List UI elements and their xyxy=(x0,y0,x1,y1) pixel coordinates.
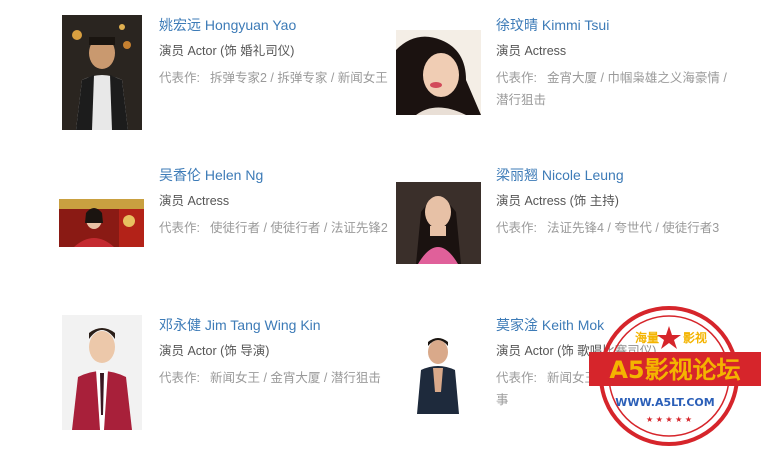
cast-name-link[interactable]: 莫家淦 Keith Mok xyxy=(496,315,736,335)
cast-photo[interactable] xyxy=(62,315,142,430)
work-link[interactable]: 金宵大厦 xyxy=(270,371,320,385)
works-label: 代表作: xyxy=(159,221,200,235)
cast-works: 代表作: 新闻女王 / 金宵大厦 / 潜行狙击 xyxy=(159,367,399,389)
cast-role: 演员 Actress (饰 主持) xyxy=(496,194,619,208)
works-separator: / xyxy=(266,71,278,85)
cast-works: 代表作: 法证先锋4 / 夸世代 / 使徒行者3 xyxy=(496,217,736,239)
works-label: 代表作: xyxy=(496,221,537,235)
works-separator: / xyxy=(320,221,331,235)
cast-role: 演员 Actor (饰 婚礼司仪) xyxy=(159,44,295,58)
cast-name-link[interactable]: 徐玟晴 Kimmi Tsui xyxy=(496,15,736,35)
cast-role: 演员 Actor (饰 歌唱比赛司仪) xyxy=(496,344,657,358)
work-link[interactable]: 法证先锋4 xyxy=(547,221,604,235)
cast-card: 徐玟晴 Kimmi Tsui 演员 Actress 代表作: 金宵大厦 / 巾帼枭… xyxy=(396,15,736,145)
works-separator: / xyxy=(260,221,271,235)
cast-role: 演员 Actress xyxy=(159,194,230,208)
cast-name-link[interactable]: 梁丽翘 Nicole Leung xyxy=(496,165,736,185)
works-separator: / xyxy=(597,71,608,85)
cast-photo[interactable] xyxy=(59,199,144,247)
cast-role: 演员 Actress xyxy=(496,44,567,58)
cast-card: 邓永健 Jim Tang Wing Kin 演员 Actor (饰 导演) 代表… xyxy=(62,315,402,445)
work-link[interactable]: 巾帼枭雄之义海豪情 xyxy=(607,71,720,85)
cast-card: 莫家淦 Keith Mok 演员 Actor (饰 歌唱比赛司仪) 代表作: 新闻… xyxy=(396,315,736,445)
works-separator: / xyxy=(327,71,338,85)
works-separator: / xyxy=(651,221,663,235)
work-link[interactable]: 新闻女王 xyxy=(547,371,597,385)
works-separator: / xyxy=(603,221,615,235)
cast-role: 演员 Actor (饰 导演) xyxy=(159,344,270,358)
cast-card: 梁丽翘 Nicole Leung 演员 Actress (饰 主持) 代表作: 法… xyxy=(396,165,736,295)
cast-photo[interactable] xyxy=(62,15,142,130)
works-separator: / xyxy=(597,371,608,385)
cast-name-link[interactable]: 邓永健 Jim Tang Wing Kin xyxy=(159,315,399,335)
works-label: 代表作: xyxy=(159,71,200,85)
cast-works: 代表作: 新闻女王 / 金宵大厦 / 香港爱情故事 xyxy=(496,367,736,411)
cast-works: 代表作: 金宵大厦 / 巾帼枭雄之义海豪情 / 潜行狙击 xyxy=(496,67,736,111)
cast-name-link[interactable]: 姚宏远 Hongyuan Yao xyxy=(159,15,399,35)
work-link[interactable]: 新闻女王 xyxy=(210,371,260,385)
work-link[interactable]: 潜行狙击 xyxy=(496,93,546,107)
cast-card: 吴香伦 Helen Ng 演员 Actress 代表作: 使徒行者 / 使徒行者 … xyxy=(59,165,402,295)
work-link[interactable]: 使徒行者 xyxy=(270,221,320,235)
works-separator: / xyxy=(320,371,331,385)
work-link[interactable]: 拆弹专家 xyxy=(277,71,327,85)
work-link[interactable]: 使徒行者3 xyxy=(662,221,719,235)
work-link[interactable]: 金宵大厦 xyxy=(547,71,597,85)
work-link[interactable]: 夸世代 xyxy=(614,221,652,235)
works-label: 代表作: xyxy=(496,71,537,85)
cast-photo[interactable] xyxy=(396,30,481,115)
cast-card: 姚宏远 Hongyuan Yao 演员 Actor (饰 婚礼司仪) 代表作: 拆… xyxy=(62,15,402,145)
cast-photo[interactable] xyxy=(413,332,463,414)
work-link[interactable]: 潜行狙击 xyxy=(331,371,381,385)
work-link[interactable]: 法证先锋2 xyxy=(331,221,388,235)
work-link[interactable]: 金宵大厦 xyxy=(607,371,657,385)
works-separator: / xyxy=(657,371,668,385)
cast-works: 代表作: 拆弹专家2 / 拆弹专家 / 新闻女王 xyxy=(159,67,399,89)
work-link[interactable]: 使徒行者 xyxy=(210,221,260,235)
cast-works: 代表作: 使徒行者 / 使徒行者 / 法证先锋2 xyxy=(159,217,399,239)
works-label: 代表作: xyxy=(496,371,537,385)
work-link[interactable]: 拆弹专家2 xyxy=(210,71,267,85)
works-separator: / xyxy=(719,71,727,85)
work-link[interactable]: 新闻女王 xyxy=(338,71,388,85)
cast-name-link[interactable]: 吴香伦 Helen Ng xyxy=(159,165,399,185)
works-separator: / xyxy=(260,371,271,385)
cast-photo[interactable] xyxy=(396,182,481,264)
works-label: 代表作: xyxy=(159,371,200,385)
